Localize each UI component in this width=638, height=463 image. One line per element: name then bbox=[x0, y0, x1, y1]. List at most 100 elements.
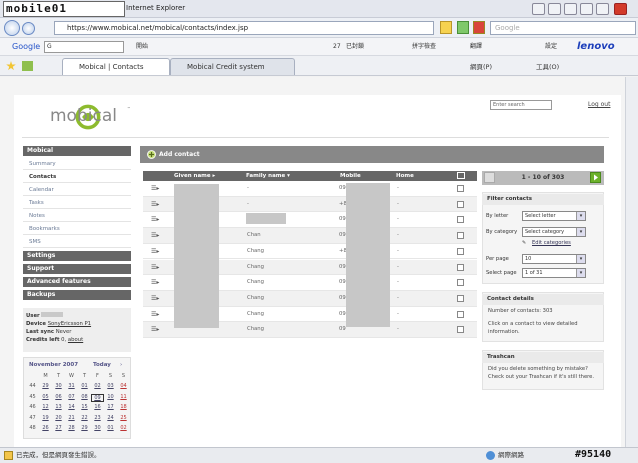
calendar-day[interactable]: 03 bbox=[104, 383, 117, 389]
row-checkbox[interactable] bbox=[457, 294, 464, 302]
calendar-day[interactable]: 04 bbox=[117, 383, 130, 389]
close-button[interactable] bbox=[614, 3, 627, 15]
device-link[interactable]: SonyEricsson P1 bbox=[48, 321, 91, 327]
stop-icon[interactable] bbox=[473, 21, 485, 34]
sidebar-section-settings[interactable]: Settings bbox=[23, 251, 131, 261]
calendar-today-link[interactable]: Today bbox=[93, 362, 111, 368]
calendar-day[interactable]: 07 bbox=[65, 394, 78, 400]
tab-mobical-credit[interactable]: Mobical Credit system bbox=[170, 58, 295, 75]
browser-search-input[interactable]: Google bbox=[490, 21, 636, 35]
sidebar-section-advanced[interactable]: Advanced features bbox=[23, 277, 131, 287]
row-menu-icon[interactable]: ☰▸ bbox=[151, 197, 159, 212]
sidebar-item-bookmarks[interactable]: Bookmarks bbox=[23, 223, 131, 235]
row-checkbox[interactable] bbox=[457, 185, 464, 192]
row-checkbox[interactable] bbox=[457, 326, 464, 334]
calendar-day[interactable]: 31 bbox=[65, 383, 78, 389]
column-family-name[interactable]: Family name ▾ bbox=[243, 171, 290, 181]
row-checkbox[interactable] bbox=[457, 310, 464, 318]
sidebar-item-contacts[interactable]: Contacts bbox=[23, 171, 131, 183]
settings-icon[interactable] bbox=[564, 3, 577, 15]
row-checkbox[interactable] bbox=[457, 216, 464, 224]
site-search-input[interactable]: Enter search bbox=[490, 100, 552, 110]
row-checkbox[interactable] bbox=[457, 279, 464, 287]
calendar-day[interactable]: 06 bbox=[52, 394, 65, 400]
calendar-next-icon[interactable]: › bbox=[120, 362, 122, 368]
refresh-icon[interactable] bbox=[457, 21, 469, 34]
calendar-day[interactable]: 14 bbox=[65, 404, 78, 410]
favorites-star-icon[interactable] bbox=[6, 61, 16, 71]
toolbar-settings[interactable]: 設定 bbox=[545, 38, 557, 55]
help-icon[interactable] bbox=[548, 3, 561, 15]
row-checkbox[interactable] bbox=[457, 247, 464, 255]
edit-categories-link[interactable]: Edit categories bbox=[532, 240, 571, 246]
row-checkbox[interactable] bbox=[457, 200, 464, 208]
calendar-day[interactable]: 23 bbox=[91, 415, 104, 421]
by-category-select[interactable]: Select category ▾ bbox=[522, 227, 586, 237]
browser-extra-icon[interactable] bbox=[532, 3, 545, 15]
calendar-day[interactable]: 09 bbox=[91, 393, 104, 402]
calendar-day[interactable]: 15 bbox=[78, 404, 91, 410]
calendar-day[interactable]: 08 bbox=[78, 394, 91, 400]
calendar-day[interactable]: 02 bbox=[91, 383, 104, 389]
toolbar-translate[interactable]: 翻譯 bbox=[470, 38, 482, 55]
calendar-day[interactable]: 10 bbox=[104, 394, 117, 400]
row-menu-icon[interactable]: ☰▸ bbox=[151, 322, 159, 337]
calendar-day[interactable]: 30 bbox=[52, 383, 65, 389]
select-page-select[interactable]: 1 of 31 ▾ bbox=[522, 268, 586, 278]
calendar-day[interactable]: 01 bbox=[104, 425, 117, 431]
tab-mobical-contacts[interactable]: Mobical | Contacts bbox=[62, 58, 170, 75]
maximize-button[interactable] bbox=[596, 3, 609, 15]
sidebar-section-mobical[interactable]: Mobical bbox=[23, 146, 131, 156]
sidebar-item-tasks[interactable]: Tasks bbox=[23, 197, 131, 209]
calendar-day[interactable]: 29 bbox=[78, 425, 91, 431]
row-menu-icon[interactable]: ☰▸ bbox=[151, 260, 159, 275]
calendar-day[interactable]: 29 bbox=[39, 383, 52, 389]
row-menu-icon[interactable]: ☰▸ bbox=[151, 307, 159, 322]
column-mobile[interactable]: Mobile bbox=[337, 171, 361, 181]
sidebar-item-summary[interactable]: Summary bbox=[23, 158, 131, 170]
calendar-day[interactable]: 24 bbox=[104, 415, 117, 421]
row-checkbox[interactable] bbox=[457, 263, 464, 271]
warning-icon[interactable] bbox=[4, 451, 13, 460]
row-checkbox[interactable] bbox=[457, 232, 464, 240]
row-menu-icon[interactable]: ☰▸ bbox=[151, 244, 159, 259]
calendar-day[interactable]: 12 bbox=[39, 404, 52, 410]
calendar-day[interactable]: 26 bbox=[39, 425, 52, 431]
row-menu-icon[interactable]: ☰▸ bbox=[151, 181, 159, 196]
column-home[interactable]: Home bbox=[393, 171, 414, 181]
calendar-day[interactable]: 25 bbox=[117, 415, 130, 421]
toolbar-spellcheck[interactable]: 拼字檢查 bbox=[412, 38, 436, 55]
forward-button[interactable] bbox=[22, 22, 35, 35]
calendar-day[interactable]: 01 bbox=[78, 383, 91, 389]
sidebar-section-backups[interactable]: Backups bbox=[23, 290, 131, 300]
row-menu-icon[interactable]: ☰▸ bbox=[151, 228, 159, 243]
row-menu-icon[interactable]: ☰▸ bbox=[151, 291, 159, 306]
toolbar-blocked[interactable]: 已封鎖 bbox=[346, 38, 364, 55]
calendar-day[interactable]: 05 bbox=[39, 394, 52, 400]
calendar-day[interactable]: 21 bbox=[65, 415, 78, 421]
calendar-day[interactable]: 17 bbox=[104, 404, 117, 410]
calendar-day[interactable]: 30 bbox=[91, 425, 104, 431]
sidebar-item-notes[interactable]: Notes bbox=[23, 210, 131, 222]
google-search-input[interactable]: G bbox=[44, 41, 124, 53]
sidebar-section-support[interactable]: Support bbox=[23, 264, 131, 274]
url-input[interactable]: https://www.mobical.net/mobical/contacts… bbox=[54, 21, 434, 35]
add-favorites-icon[interactable] bbox=[22, 61, 33, 71]
calendar-day[interactable]: 11 bbox=[117, 394, 130, 400]
sidebar-item-calendar[interactable]: Calendar bbox=[23, 184, 131, 196]
add-contact-icon[interactable] bbox=[147, 150, 156, 159]
page-menu[interactable]: 網頁(P) bbox=[470, 61, 492, 71]
credits-about-link[interactable]: about bbox=[68, 337, 83, 343]
by-letter-select[interactable]: Select letter ▾ bbox=[522, 211, 586, 221]
calendar-day[interactable]: 02 bbox=[117, 425, 130, 431]
calendar-day[interactable]: 27 bbox=[52, 425, 65, 431]
calendar-day[interactable]: 28 bbox=[65, 425, 78, 431]
vertical-scrollbar[interactable] bbox=[625, 77, 638, 447]
calendar-day[interactable]: 19 bbox=[39, 415, 52, 421]
calendar-day[interactable]: 13 bbox=[52, 404, 65, 410]
sidebar-item-sms[interactable]: SMS bbox=[23, 236, 131, 248]
back-button[interactable] bbox=[4, 20, 20, 36]
calendar-day[interactable]: 18 bbox=[117, 404, 130, 410]
column-given-name[interactable]: Given name ▸ bbox=[171, 171, 215, 181]
calendar-day[interactable]: 16 bbox=[91, 404, 104, 410]
